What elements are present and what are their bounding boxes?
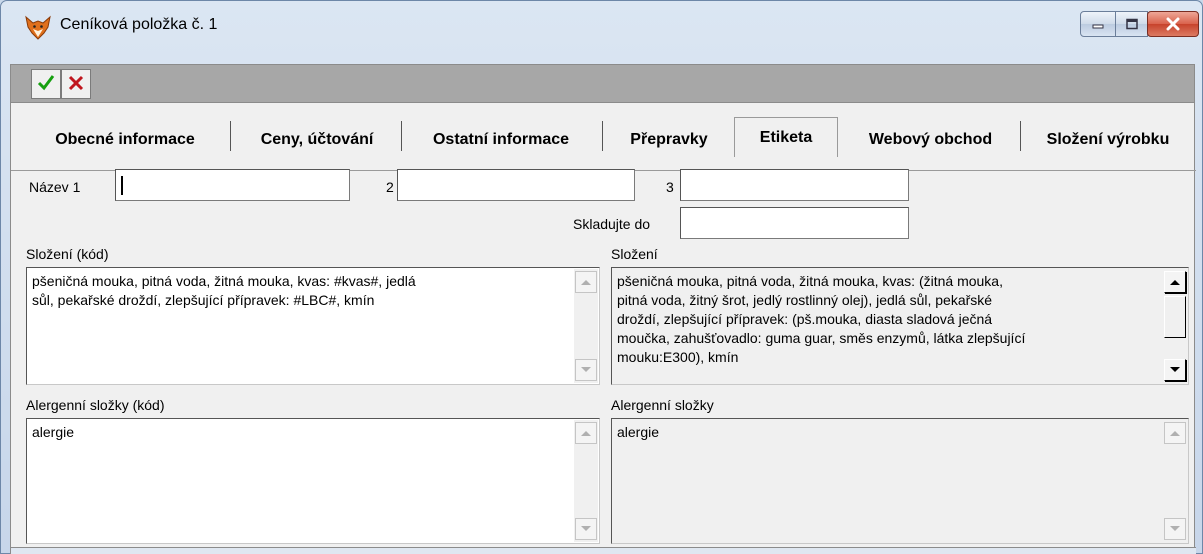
scroll-up-button[interactable] xyxy=(575,271,597,293)
tab-webovy-obchod[interactable]: Webový obchod xyxy=(844,123,1017,157)
maximize-button[interactable] xyxy=(1115,11,1148,37)
arrow-down-icon xyxy=(1170,367,1180,372)
tab-separator xyxy=(401,121,402,151)
window-bottom-border xyxy=(11,547,1196,554)
tab-label: Etiketa xyxy=(759,128,813,146)
scrollbar[interactable] xyxy=(574,420,598,542)
arrow-up-icon xyxy=(1170,431,1180,436)
tab-label: Přepravky xyxy=(630,131,708,148)
skladujte-input[interactable] xyxy=(680,207,909,239)
tab-etiketa[interactable]: Etiketa xyxy=(734,117,838,157)
nazev1-label: Název 1 xyxy=(29,179,81,195)
minimize-button[interactable] xyxy=(1080,11,1116,37)
scroll-up-button[interactable] xyxy=(1164,422,1186,444)
nazev2-input[interactable] xyxy=(397,169,635,201)
fox-icon xyxy=(24,15,52,41)
alergeny-kod-textarea[interactable]: alergie xyxy=(26,418,600,544)
tab-label: Obecné informace xyxy=(55,131,195,148)
tab-bar: Obecné informace Ceny, účtování Ostatní … xyxy=(11,117,1196,171)
arrow-down-icon xyxy=(581,367,591,372)
arrow-up-icon xyxy=(581,280,591,285)
maximize-icon xyxy=(1116,12,1147,36)
scrollbar[interactable] xyxy=(1163,269,1187,383)
tab-separator xyxy=(602,121,603,151)
scroll-up-button[interactable] xyxy=(575,422,597,444)
tab-ostatni-informace[interactable]: Ostatní informace xyxy=(405,123,597,157)
confirm-button[interactable] xyxy=(31,69,61,99)
tab-label: Webový obchod xyxy=(868,131,993,148)
slozeni-kod-label: Složení (kód) xyxy=(26,246,109,262)
scroll-down-button[interactable] xyxy=(1164,359,1186,381)
scroll-down-button[interactable] xyxy=(575,359,597,381)
checkmark-icon xyxy=(36,73,56,96)
skladujte-label: Skladujte do xyxy=(573,216,651,232)
slozeni-textarea[interactable]: pšeničná mouka, pitná voda, žitná mouka,… xyxy=(611,267,1189,385)
app-window: Ceníková položka č. 1 Obecné informace C… xyxy=(0,0,1203,554)
alergeny-kod-label: Alergenní složky (kód) xyxy=(26,397,165,413)
tab-prepravky[interactable]: Přepravky xyxy=(608,123,730,157)
dialog-content: Obecné informace Ceny, účtování Ostatní … xyxy=(10,103,1196,554)
close-icon xyxy=(1148,12,1198,36)
nazev1-input[interactable] xyxy=(115,169,350,201)
nazev2-label: 2 xyxy=(386,179,394,195)
arrow-down-icon xyxy=(581,526,591,531)
alergeny-label: Alergenní složky xyxy=(611,397,714,413)
tab-obecne-informace[interactable]: Obecné informace xyxy=(25,123,225,157)
x-icon xyxy=(66,73,86,96)
arrow-up-icon xyxy=(581,431,591,436)
slozeni-kod-text: pšeničná mouka, pitná voda, žitná mouka,… xyxy=(32,273,416,308)
alergeny-text: alergie xyxy=(617,424,660,440)
arrow-up-icon xyxy=(1170,280,1180,285)
scroll-thumb[interactable] xyxy=(1164,296,1186,338)
scroll-down-button[interactable] xyxy=(1164,518,1186,540)
slozeni-text: pšeničná mouka, pitná voda, žitná mouka,… xyxy=(617,273,1026,365)
slozeni-label: Složení xyxy=(611,246,658,262)
minimize-icon xyxy=(1081,12,1115,36)
tab-label: Složení výrobku xyxy=(1046,131,1170,148)
tab-label: Ostatní informace xyxy=(432,131,570,148)
scrollbar[interactable] xyxy=(1163,420,1187,542)
toolbar xyxy=(10,64,1195,103)
tab-ceny-uctovani[interactable]: Ceny, účtování xyxy=(235,123,399,157)
alergeny-kod-text: alergie xyxy=(32,424,75,440)
tab-label: Ceny, účtování xyxy=(260,131,374,148)
text-cursor xyxy=(121,176,123,195)
scroll-up-button[interactable] xyxy=(1164,271,1186,293)
window-title: Ceníková položka č. 1 xyxy=(60,16,218,33)
arrow-down-icon xyxy=(1170,526,1180,531)
nazev3-input[interactable] xyxy=(680,169,909,201)
tab-slozeni-vyrobku[interactable]: Složení výrobku xyxy=(1023,123,1193,157)
close-button[interactable] xyxy=(1147,11,1199,37)
tab-separator xyxy=(230,121,231,151)
scroll-down-button[interactable] xyxy=(575,518,597,540)
tab-separator xyxy=(1020,121,1021,151)
nazev3-label: 3 xyxy=(666,179,674,195)
cancel-button[interactable] xyxy=(61,69,91,99)
alergeny-textarea[interactable]: alergie xyxy=(611,418,1189,544)
slozeni-kod-textarea[interactable]: pšeničná mouka, pitná voda, žitná mouka,… xyxy=(26,267,600,385)
title-bar[interactable]: Ceníková položka č. 1 xyxy=(1,1,1202,55)
scrollbar[interactable] xyxy=(574,269,598,383)
